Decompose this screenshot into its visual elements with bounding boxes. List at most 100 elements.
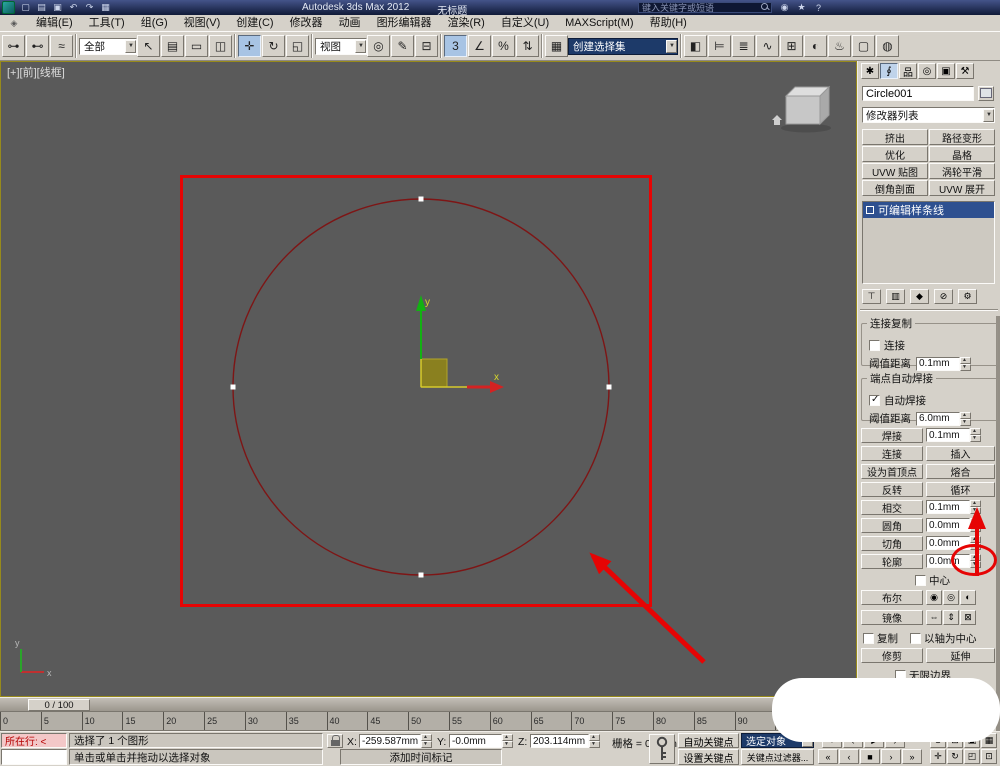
previous-key-icon[interactable]: ‹ <box>843 733 863 748</box>
modifier-list-dropdown[interactable]: 修改器列表 <box>862 107 995 123</box>
auto-weld-threshold-field[interactable]: 6.0mm <box>916 411 960 426</box>
timeline-tick[interactable]: 95 <box>775 712 816 730</box>
fillet-value-field[interactable]: 0.0mm <box>926 518 970 532</box>
project-folder-icon[interactable]: ▦ <box>99 1 112 14</box>
menu-item[interactable]: 组(G) <box>133 15 176 31</box>
search-icon[interactable] <box>760 3 771 12</box>
maximize-viewport-toggle-icon[interactable]: ⊡ <box>981 749 997 764</box>
maxscript-mini-listener-input[interactable] <box>1 749 67 765</box>
chamfer-value-field[interactable]: 0.0mm <box>926 536 970 550</box>
spinner-up-icon[interactable] <box>960 356 971 364</box>
time-tag-field[interactable]: 添加时间标记 <box>340 749 502 765</box>
timeline-tick[interactable]: 30 <box>244 712 286 730</box>
timeline-tick[interactable]: 10 <box>81 712 123 730</box>
boolean-union-icon[interactable]: ◉ <box>926 589 942 605</box>
spinner-down-icon[interactable] <box>970 543 981 550</box>
select-by-name-icon[interactable]: ▤ <box>161 35 184 57</box>
spinner-snap-icon[interactable]: ⇅ <box>516 35 539 57</box>
percent-snap-icon[interactable]: % <box>492 35 515 57</box>
y-value[interactable]: -0.0mm <box>449 734 502 748</box>
timeline-tick[interactable]: 60 <box>489 712 531 730</box>
unlink-selection-icon[interactable]: ⊷ <box>26 35 49 57</box>
chamfer-button[interactable]: 切角 <box>861 535 923 551</box>
window-crossing-icon[interactable]: ◫ <box>209 35 232 57</box>
dropdown-arrow-icon[interactable] <box>802 734 813 747</box>
timeline-tick[interactable]: 80 <box>653 712 694 730</box>
cross-insert-button[interactable]: 相交 <box>861 499 923 515</box>
mirror-horizontal-icon[interactable]: ⇔ <box>926 609 942 625</box>
insert-button[interactable]: 插入 <box>926 445 995 461</box>
tab-hierarchy[interactable]: 品 <box>899 63 917 79</box>
outline-center-checkbox[interactable] <box>915 574 926 586</box>
spinner-up-icon[interactable] <box>589 734 600 741</box>
angle-snap-icon[interactable]: ∠ <box>468 35 491 57</box>
timeline-tick[interactable]: 50 <box>408 712 449 730</box>
outline-button[interactable]: 轮廓 <box>861 553 923 569</box>
weld-spinner[interactable] <box>970 428 981 442</box>
z-spinner[interactable] <box>589 734 600 748</box>
viewport-label[interactable]: [+][前][线框] <box>7 64 65 80</box>
tab-display[interactable]: ▣ <box>937 63 955 79</box>
trim-button[interactable]: 修剪 <box>861 647 923 663</box>
spinner-up-icon[interactable] <box>502 734 513 741</box>
spinner-up-icon[interactable] <box>970 428 981 435</box>
next-frame-icon[interactable]: › <box>881 749 901 764</box>
zoom-extents-all-icon[interactable]: ▦ <box>981 733 997 748</box>
spinner-down-icon[interactable] <box>960 418 971 426</box>
orbit-icon[interactable]: ↻ <box>947 749 963 764</box>
outline-value-field[interactable]: 0.0mm <box>926 554 970 568</box>
fillet-spinner[interactable] <box>970 518 981 532</box>
timeline-tick[interactable]: 75 <box>612 712 653 730</box>
go-to-start-icon[interactable]: « <box>818 749 838 764</box>
menu-item[interactable]: 动画 <box>331 15 369 31</box>
weld-button[interactable]: 焊接 <box>861 427 923 443</box>
spinner-up-icon[interactable] <box>970 554 981 561</box>
play-animation-icon[interactable]: ► <box>864 733 884 748</box>
configure-modifier-sets-icon[interactable]: ⚙ <box>958 289 977 304</box>
time-slider[interactable]: 0 / 100 <box>0 697 857 712</box>
named-selection-sets-combo[interactable]: 创建选择集 <box>568 37 678 55</box>
frame-indicator[interactable]: 0 / 100 <box>28 699 90 711</box>
remove-modifier-icon[interactable]: ⊘ <box>934 289 953 304</box>
spinner-up-icon[interactable] <box>970 518 981 525</box>
spinner-up-icon[interactable] <box>421 734 432 741</box>
save-file-icon[interactable]: ▣ <box>51 1 64 14</box>
spinner-down-icon[interactable] <box>502 741 513 748</box>
modifier-preset-button[interactable]: 路径变形 <box>929 129 995 145</box>
timeline-tick[interactable]: 65 <box>530 712 572 730</box>
spinner-up-icon[interactable] <box>970 500 981 507</box>
auto-weld-threshold-spinner[interactable] <box>960 411 971 426</box>
x-coordinate-field[interactable]: -259.587mm <box>359 734 432 748</box>
spinner-down-icon[interactable] <box>589 741 600 748</box>
timeline-tick[interactable]: 70 <box>571 712 612 730</box>
keyboard-override-icon[interactable]: ⊟ <box>415 35 438 57</box>
timeline-tick[interactable]: 5 <box>40 712 82 730</box>
menu-item[interactable]: MAXScript(M) <box>557 15 641 31</box>
x-spinner[interactable] <box>421 734 432 748</box>
spinner-up-icon[interactable] <box>970 536 981 543</box>
modifier-preset-button[interactable]: 倒角剖面 <box>862 180 928 196</box>
key-filters-button[interactable]: 关键点过滤器... <box>741 749 814 765</box>
spinner-down-icon[interactable] <box>970 561 981 568</box>
rectangular-selection-icon[interactable]: ▭ <box>185 35 208 57</box>
stop-icon[interactable]: ■ <box>860 749 880 764</box>
chamfer-spinner[interactable] <box>970 536 981 550</box>
help-icon[interactable]: ? <box>812 1 825 14</box>
material-editor-icon[interactable]: ◐ <box>804 35 827 57</box>
communication-center-icon[interactable]: ◉ <box>778 1 791 14</box>
timeline-tick[interactable]: 15 <box>122 712 163 730</box>
zoom-extents-icon[interactable]: ▣ <box>964 733 980 748</box>
connect-copy-checkbox[interactable] <box>869 340 880 351</box>
boolean-intersect-icon[interactable]: ◐ <box>960 589 976 605</box>
mirror-vertical-icon[interactable]: ⇕ <box>943 609 959 625</box>
snap-toggle-3d-icon[interactable]: 3 <box>444 35 467 57</box>
viewport-front[interactable]: [+][前][线框] y x x y <box>0 61 857 697</box>
selection-set-combo[interactable]: 选定对象 <box>741 733 814 748</box>
go-to-end-icon[interactable]: » <box>902 749 922 764</box>
connect-threshold-field[interactable]: 0.1mm <box>916 356 960 371</box>
transform-gizmo[interactable]: y x <box>416 295 504 393</box>
selection-filter-dropdown[interactable]: 全部 <box>79 37 137 55</box>
selection-lock-toggle[interactable] <box>327 734 343 748</box>
reverse-button[interactable]: 反转 <box>861 481 923 497</box>
make-first-button[interactable]: 设为首顶点 <box>861 463 923 479</box>
